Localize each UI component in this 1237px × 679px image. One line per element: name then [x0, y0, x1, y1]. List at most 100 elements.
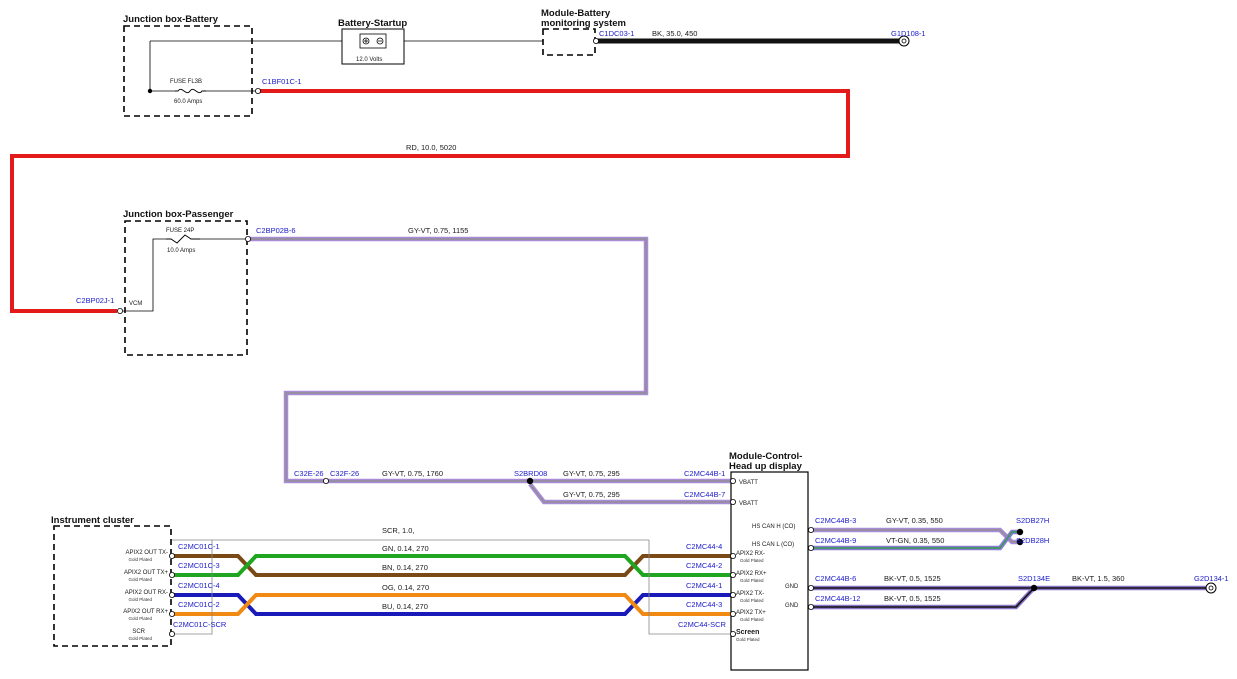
- pin-hud-rx-minus: APIX2 RX-: [736, 551, 765, 557]
- fuse-fl3b-icon: [175, 88, 206, 94]
- spec-bk-main: BK, 35.0, 450: [652, 29, 697, 38]
- gold-plated-hud-5: Gold Plated: [736, 637, 760, 642]
- conn-c2mc44b-3[interactable]: C2MC44B-3: [815, 516, 856, 525]
- conn-c2mc44b-12[interactable]: C2MC44B-12: [815, 594, 860, 603]
- spec-bkvt-360: BK-VT, 1.5, 360: [1072, 574, 1125, 583]
- conn-c2mc44-4[interactable]: C2MC44-4: [686, 542, 722, 551]
- spec-bn: BN, 0.14, 270: [382, 563, 428, 572]
- pin-ic-scr: SCR: [132, 629, 145, 635]
- conn-c2mc44b-9[interactable]: C2MC44B-9: [815, 536, 856, 545]
- conn-c2mc01c-4[interactable]: C2MC01C-4: [178, 581, 220, 590]
- conn-c1dc03[interactable]: C1DC03-1: [599, 29, 634, 38]
- gold-plated-hud-3: Gold Plated: [740, 598, 764, 603]
- pin-ic-out-tx-minus: APIX2 OUT TX-: [126, 550, 168, 556]
- spec-gyvt-295-a: GY-VT, 0.75, 295: [563, 469, 620, 478]
- terminal-ic-1: [168, 553, 175, 560]
- wire-rd-main[interactable]: [10, 89, 850, 313]
- ic-pin-labels: APIX2 OUT TX- Gold Plated APIX2 OUT TX+ …: [123, 550, 168, 641]
- conn-c32f[interactable]: C32F-26: [330, 469, 359, 478]
- hud-title-2: Head up display: [729, 461, 803, 472]
- terminal-ic-3: [168, 572, 175, 579]
- pin-hud-tx-plus: APIX2 TX+: [736, 610, 766, 616]
- conn-c2bp02j[interactable]: C2BP02J-1: [76, 296, 114, 305]
- terminal-ic-2: [168, 611, 175, 618]
- terminal-hud-44b-12: [808, 604, 815, 611]
- wire-bkvt-gnd[interactable]: [812, 585, 1206, 610]
- gold-plated-ic-4: Gold Plated: [128, 616, 152, 621]
- fuse-fl3b-name: FUSE FL3B: [170, 79, 202, 85]
- terminal-hud-44-2: [730, 572, 737, 579]
- pin-hud-screen: Screen: [736, 629, 759, 636]
- conn-s2db28h[interactable]: S2DB28H: [1016, 536, 1049, 545]
- jb-passenger-title: Junction box-Passenger: [123, 209, 234, 220]
- conn-c2mc44-scr[interactable]: C2MC44-SCR: [678, 620, 727, 629]
- spec-bkvt-1525-b: BK-VT, 0.5, 1525: [884, 594, 941, 603]
- fuse-24p-name: FUSE 24P: [166, 228, 194, 234]
- conn-c2mc01c-scr[interactable]: C2MC01C-SCR: [173, 620, 227, 629]
- conn-c2mc44b-6[interactable]: C2MC44B-6: [815, 574, 856, 583]
- terminal-c32e: [322, 477, 329, 484]
- fuse-24p-icon: [166, 234, 200, 244]
- terminal-hud-44b-9: [808, 545, 815, 552]
- battery-startup-title: Battery-Startup: [338, 18, 407, 29]
- ic-title: Instrument cluster: [51, 515, 134, 526]
- pin-hud-rx-plus: APIX2 RX+: [736, 571, 767, 577]
- spec-gn: GN, 0.14, 270: [382, 544, 429, 553]
- terminal-hud-7: [730, 498, 737, 505]
- splice-s2d134e: [1030, 584, 1038, 592]
- pin-ic-out-rx-plus: APIX2 OUT RX+: [123, 609, 168, 615]
- conn-s2d134e[interactable]: S2D134E: [1018, 574, 1050, 583]
- spec-gyvt-550: GY-VT, 0.35, 550: [886, 516, 943, 525]
- conn-c2mc44b-7[interactable]: C2MC44B-7: [684, 490, 725, 499]
- conn-c2bp02b[interactable]: C2BP02B-6: [256, 226, 296, 235]
- gold-plated-ic-2: Gold Plated: [128, 577, 152, 582]
- spec-rd-main: RD, 10.0, 5020: [406, 143, 456, 152]
- terminal-c2bp02j: [117, 307, 124, 314]
- conn-s2brd08[interactable]: S2BRD08: [514, 469, 547, 478]
- terminal-hud-1: [730, 477, 737, 484]
- junction-box-passenger: [124, 220, 248, 356]
- module-bms-box: [542, 28, 596, 56]
- terminal-hud-44b-3: [808, 527, 815, 534]
- gold-plated-ic-5: Gold Plated: [128, 636, 152, 641]
- terminal-c1dc03: [593, 38, 600, 45]
- spec-vtgn-550: VT-GN, 0.35, 550: [886, 536, 944, 545]
- terminal-hud-44b-6: [808, 585, 815, 592]
- terminal-c2bp02b: [244, 235, 251, 242]
- spec-gyvt-295-b: GY-VT, 0.75, 295: [563, 490, 620, 499]
- pin-vbatt-2: VBATT: [739, 501, 758, 507]
- module-bms-title-2: monitoring system: [541, 18, 626, 29]
- terminal-hud-44-3: [730, 611, 737, 618]
- conn-c2mc01c-1[interactable]: C2MC01C-1: [178, 542, 220, 551]
- conn-c2mc44b-1[interactable]: C2MC44B-1: [684, 469, 725, 478]
- conn-s2db27h[interactable]: S2DB27H: [1016, 516, 1049, 525]
- conn-c2mc44-2[interactable]: C2MC44-2: [686, 561, 722, 570]
- conn-c2mc01c-2[interactable]: C2MC01C-2: [178, 600, 220, 609]
- spec-og: OG, 0.14, 270: [382, 583, 429, 592]
- pin-ic-out-rx-minus: APIX2 OUT RX-: [125, 590, 168, 596]
- pin-ic-out-tx-plus: APIX2 OUT TX+: [124, 570, 168, 576]
- spec-bkvt-1525-a: BK-VT, 0.5, 1525: [884, 574, 941, 583]
- ground-g2d134-icon: [1205, 582, 1217, 594]
- gold-plated-hud-4: Gold Plated: [740, 617, 764, 622]
- spec-bu: BU, 0.14, 270: [382, 602, 428, 611]
- conn-g2d134[interactable]: G2D134-1: [1194, 574, 1229, 583]
- wire-gyvt-1155[interactable]: [249, 236, 649, 484]
- battery-symbol: [359, 33, 387, 49]
- gold-plated-ic-3: Gold Plated: [128, 597, 152, 602]
- spec-gyvt-1155: GY-VT, 0.75, 1155: [408, 226, 468, 235]
- conn-c2mc01c-3[interactable]: C2MC01C-3: [178, 561, 220, 570]
- terminal-hud-44-scr: [730, 631, 737, 638]
- conn-c2mc44-1[interactable]: C2MC44-1: [686, 581, 722, 590]
- conn-c32e[interactable]: C32E-26: [294, 469, 324, 478]
- gold-plated-ic-1: Gold Plated: [128, 557, 152, 562]
- conn-g1d108[interactable]: G1D108-1: [891, 29, 926, 38]
- pin-gnd-2: GND: [785, 603, 799, 609]
- splice-s2brd08: [526, 477, 534, 485]
- conn-c1bf01c[interactable]: C1BF01C-1: [262, 77, 302, 86]
- gold-plated-hud-1: Gold Plated: [740, 558, 764, 563]
- terminal-ic-4: [168, 592, 175, 599]
- jb-battery-title: Junction box-Battery: [123, 14, 219, 25]
- pin-vbatt-1: VBATT: [739, 480, 758, 486]
- conn-c2mc44-3[interactable]: C2MC44-3: [686, 600, 722, 609]
